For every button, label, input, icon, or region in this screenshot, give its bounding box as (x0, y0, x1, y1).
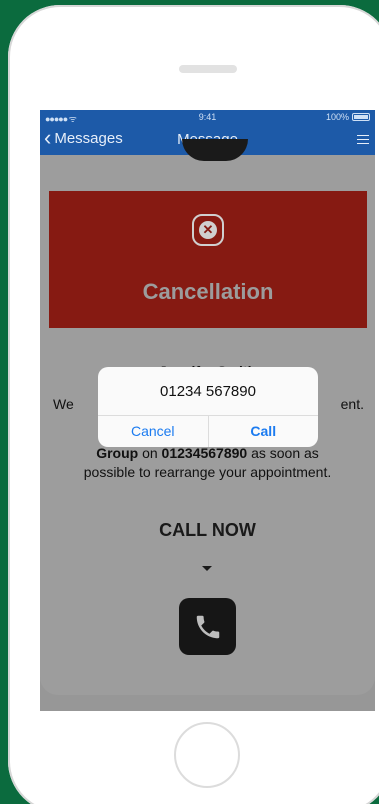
hamburger-menu-icon[interactable] (357, 135, 369, 145)
message-line-2: Group on 01234567890 as soon as (96, 445, 319, 461)
phone-screen: ●●●●● ᯤ 9:41 100% ‹ Messages Message ✕ (40, 110, 375, 711)
status-bar: ●●●●● ᯤ 9:41 100% (40, 110, 375, 124)
call-button[interactable] (179, 598, 236, 655)
alert-actions: Cancel Call (98, 415, 318, 447)
speaker-grille (179, 65, 237, 73)
status-time: 9:41 (198, 112, 217, 122)
phone-frame: ●●●●● ᯤ 9:41 100% ‹ Messages Message ✕ (8, 5, 379, 804)
cancel-x-icon: ✕ (192, 214, 224, 246)
cancellation-banner: ✕ Cancellation (49, 191, 367, 328)
call-now-label: CALL NOW (159, 520, 256, 540)
message-line-3: possible to rearrange your appointment. (83, 464, 332, 480)
home-button[interactable] (174, 722, 240, 788)
header-arc (182, 139, 248, 161)
caret-down-icon (202, 566, 212, 571)
banner-title: Cancellation (142, 279, 274, 304)
phone-icon (196, 615, 219, 638)
battery-icon (352, 113, 370, 121)
alert-phone-number: 01234 567890 (160, 383, 256, 400)
battery-percent: 100% (325, 112, 349, 122)
alert-call-button[interactable]: Call (207, 416, 319, 447)
call-alert-dialog: 01234 567890 Cancel Call (98, 367, 318, 447)
alert-cancel-button[interactable]: Cancel (98, 416, 208, 447)
